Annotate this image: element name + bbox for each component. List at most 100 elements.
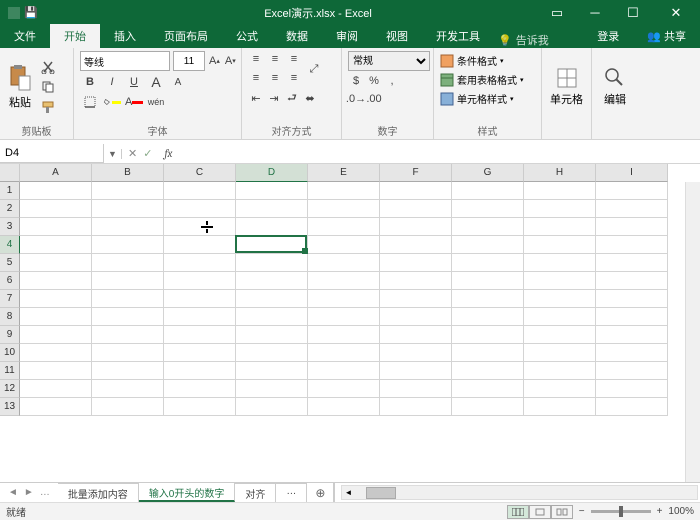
tab-data[interactable]: 数据 [272,24,322,48]
cell[interactable] [308,380,380,398]
sheet-nav-next[interactable]: ► [24,487,34,498]
decrease-font-button[interactable]: A▾ [224,53,237,69]
cell[interactable] [380,182,452,200]
tell-me[interactable]: 💡告诉我 [498,32,549,48]
cell[interactable] [596,236,668,254]
cell[interactable] [596,200,668,218]
cell[interactable] [92,272,164,290]
font-size-input[interactable] [173,51,205,71]
login-link[interactable]: 登录 [583,24,633,48]
quick-save[interactable]: 💾 [24,6,38,19]
column-header[interactable]: C [164,164,236,182]
scroll-left-button[interactable]: ◄ [342,488,354,497]
column-header[interactable]: B [92,164,164,182]
cell[interactable] [380,200,452,218]
cell[interactable] [164,272,236,290]
cell[interactable] [380,326,452,344]
ribbon-options[interactable]: ▭ [538,0,576,25]
cell[interactable] [452,290,524,308]
cell[interactable] [596,362,668,380]
row-header[interactable]: 4 [0,236,20,254]
cell[interactable] [524,308,596,326]
cell[interactable] [92,200,164,218]
font-color-button[interactable]: A [124,93,144,111]
cell[interactable] [380,380,452,398]
cell[interactable] [92,218,164,236]
align-center-button[interactable]: ≡ [267,70,283,86]
align-bottom-button[interactable]: ≡ [286,51,302,67]
view-page-layout-button[interactable] [529,505,551,519]
fx-label[interactable]: fx [158,147,178,160]
row-header[interactable]: 5 [0,254,20,272]
cell[interactable] [92,182,164,200]
close-button[interactable]: ✕ [652,0,700,25]
paste-button[interactable]: 粘贴 [6,62,34,112]
cell[interactable] [92,254,164,272]
row-header[interactable]: 2 [0,200,20,218]
row-header[interactable]: 3 [0,218,20,236]
cell[interactable] [236,326,308,344]
cell[interactable] [20,344,92,362]
cell[interactable] [524,290,596,308]
row-header[interactable]: 6 [0,272,20,290]
font-name-input[interactable] [80,51,170,71]
cell[interactable] [92,290,164,308]
cell[interactable] [596,218,668,236]
copy-button[interactable] [38,78,58,96]
cell[interactable] [236,290,308,308]
align-middle-button[interactable]: ≡ [267,51,283,67]
column-header[interactable]: E [308,164,380,182]
cell[interactable] [452,182,524,200]
cell[interactable] [20,380,92,398]
cell[interactable] [20,182,92,200]
zoom-level[interactable]: 100% [668,506,694,517]
cell[interactable] [20,200,92,218]
cell[interactable] [308,398,380,416]
cell[interactable] [308,218,380,236]
cell[interactable] [596,398,668,416]
merge-button[interactable]: ⬌ [302,90,318,106]
cell[interactable] [92,236,164,254]
increase-decimal-button[interactable]: .0→ [348,91,364,107]
zoom-slider[interactable] [591,510,651,513]
cell[interactable] [452,236,524,254]
column-header[interactable]: A [20,164,92,182]
cell[interactable] [164,182,236,200]
align-left-button[interactable]: ≡ [248,70,264,86]
row-header[interactable]: 12 [0,380,20,398]
column-header[interactable]: G [452,164,524,182]
increase-font-button[interactable]: A▴ [208,53,221,69]
cell[interactable] [236,218,308,236]
tab-formulas[interactable]: 公式 [222,24,272,48]
cell[interactable] [20,398,92,416]
cell[interactable] [308,254,380,272]
cell[interactable] [524,398,596,416]
underline-button[interactable]: U [124,73,144,91]
cell[interactable] [524,380,596,398]
column-header[interactable]: F [380,164,452,182]
percent-button[interactable]: % [366,73,382,89]
cells-button[interactable]: 单元格 [548,65,585,109]
cell[interactable] [380,218,452,236]
cell[interactable] [164,290,236,308]
italic-button[interactable]: I [102,73,122,91]
tab-home[interactable]: 开始 [50,24,100,48]
cell[interactable] [164,326,236,344]
sheet-nav-prev[interactable]: ◄ [8,487,18,498]
currency-button[interactable]: $ [348,73,364,89]
select-all-corner[interactable] [0,164,20,182]
cell[interactable] [20,290,92,308]
cell[interactable] [308,308,380,326]
cell[interactable] [380,308,452,326]
row-header[interactable]: 8 [0,308,20,326]
tab-insert[interactable]: 插入 [100,24,150,48]
decrease-indent-button[interactable]: ⇤ [248,90,264,106]
cell[interactable] [308,326,380,344]
cell[interactable] [92,362,164,380]
cell[interactable] [452,218,524,236]
sheet-tab-more[interactable]: … [276,483,307,502]
cell[interactable] [20,308,92,326]
cell[interactable] [164,218,236,236]
row-header[interactable]: 13 [0,398,20,416]
edit-button[interactable]: 编辑 [602,65,628,109]
